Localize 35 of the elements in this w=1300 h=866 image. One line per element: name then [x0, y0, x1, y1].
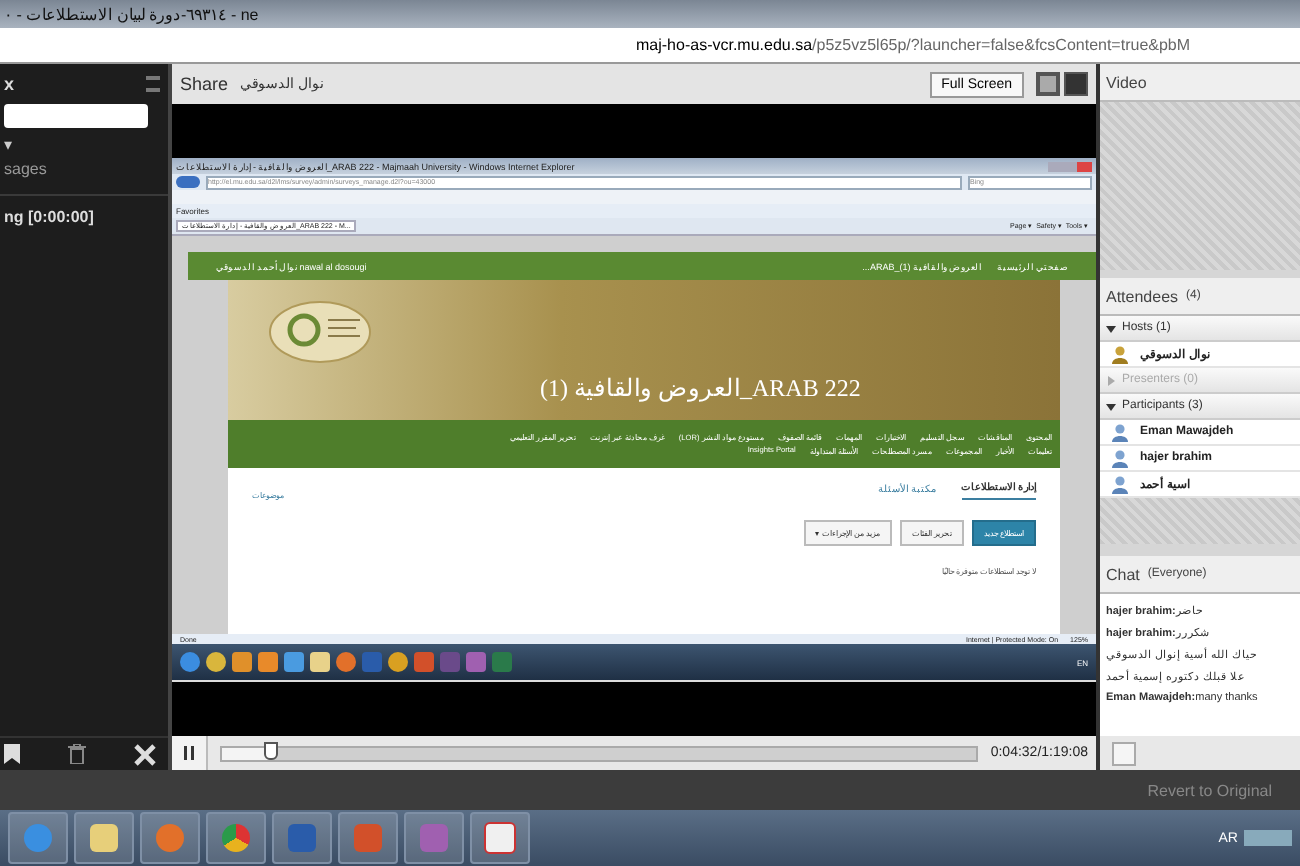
user-icon	[1112, 475, 1128, 493]
pod-title: Video	[1106, 73, 1147, 91]
app-icon[interactable]	[206, 812, 266, 864]
address-bar[interactable]: maj-ho-as-vcr.mu.edu.sa/p5z5vz5l65p/?launcher=false&fcsContent=true&pbM	[0, 28, 1300, 64]
messages-label: sages	[2, 158, 49, 182]
caret-icon[interactable]: ▾	[0, 136, 20, 154]
user-icon	[1112, 423, 1128, 441]
slider-handle[interactable]	[263, 741, 278, 759]
pod-title: Share	[180, 74, 229, 94]
course-title: العروض والقافية (1)_ARAB 222	[540, 374, 861, 404]
playback-slider[interactable]	[220, 745, 979, 761]
pause-icon	[184, 746, 194, 760]
layout-icon[interactable]	[1036, 72, 1088, 96]
pod-title: x	[4, 74, 15, 94]
bookmark-icon[interactable]	[4, 744, 20, 764]
recording-item[interactable]: ng [0:00:00]	[0, 196, 168, 238]
collapse-arrow-icon[interactable]	[1106, 401, 1116, 411]
user-icon	[1112, 449, 1128, 467]
app-icon[interactable]	[470, 812, 530, 864]
expand-arrow-icon[interactable]	[1106, 375, 1116, 385]
pod-menu-icon[interactable]	[146, 76, 160, 92]
window-title: ٦٩٣١٤-دورة لبيان الاستطلاعات - ٠ - ne	[4, 5, 259, 23]
collapse-arrow-icon[interactable]	[1106, 323, 1116, 333]
pause-button[interactable]	[172, 736, 208, 770]
input-field[interactable]	[4, 104, 148, 128]
host-user-icon	[1112, 345, 1128, 363]
trash-icon[interactable]	[68, 744, 86, 764]
url-text: maj-ho-as-vcr.mu.edu.sa/p5z5vz5l65p/?launcher=false&fcsContent=true&pbM	[636, 36, 1191, 54]
revert-button[interactable]: Revert to Original	[1135, 779, 1284, 801]
window-controls-icon[interactable]	[1048, 161, 1092, 171]
pod-title: Chat	[1106, 565, 1140, 583]
back-forward-icon[interactable]	[176, 176, 200, 188]
app-icon[interactable]	[74, 812, 134, 864]
pod-title: Attendees	[1106, 287, 1179, 305]
university-logo	[268, 300, 372, 364]
